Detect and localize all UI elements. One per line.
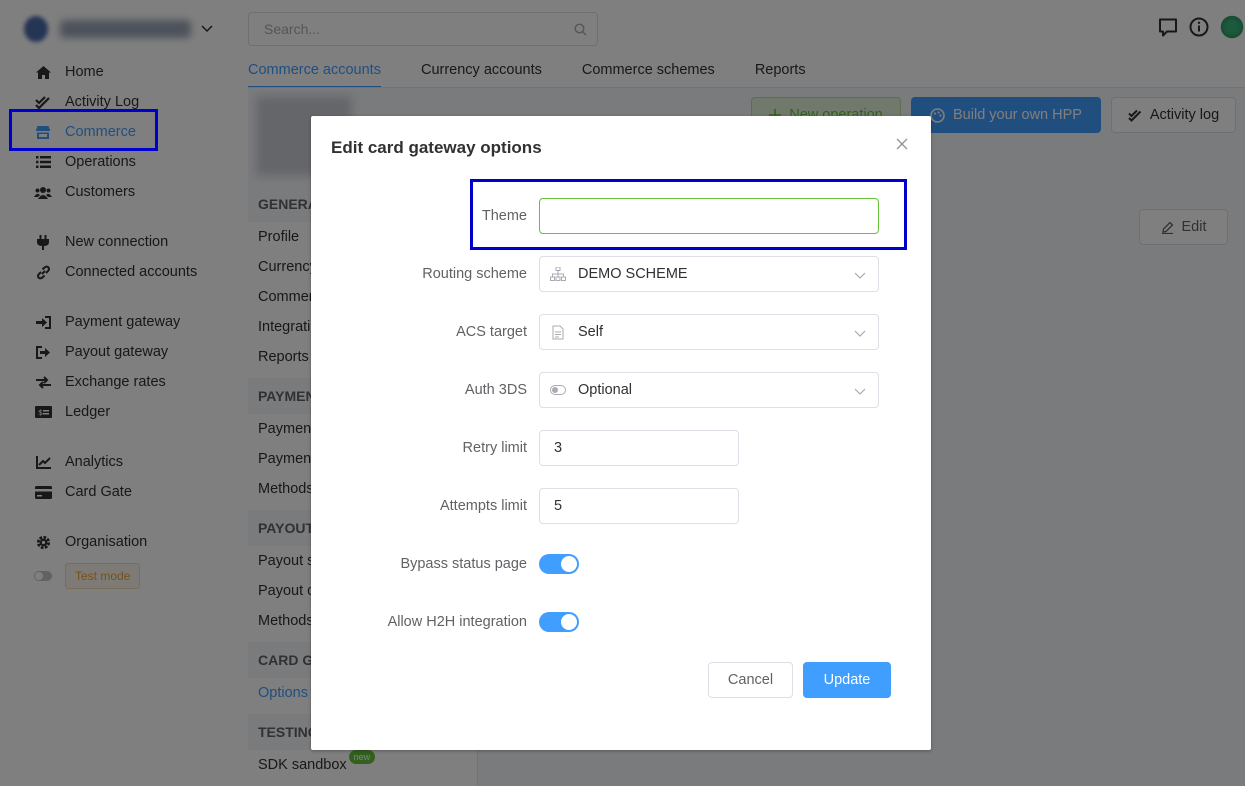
auth-3ds-label: Auth 3DS — [464, 382, 527, 398]
retry-limit-value: 3 — [554, 440, 563, 456]
attempts-limit-label: Attempts limit — [439, 498, 527, 514]
form-row-acs-target: ACS target Self — [311, 314, 931, 350]
form-row-retry-limit: Retry limit 3 — [311, 430, 931, 466]
file-icon — [550, 324, 566, 340]
allow-h2h-label: Allow H2H integration — [387, 614, 527, 630]
attempts-limit-value: 5 — [554, 498, 563, 514]
chevron-down-icon — [854, 327, 866, 339]
chevron-down-icon — [854, 385, 866, 397]
acs-target-label: ACS target — [456, 324, 527, 340]
edit-card-gateway-dialog: Edit card gateway options Theme Routing … — [311, 116, 931, 750]
form-row-theme: Theme — [311, 198, 931, 234]
form-row-attempts-limit: Attempts limit 5 — [311, 488, 931, 524]
bypass-status-page-switch[interactable] — [539, 554, 579, 574]
form-row-routing-scheme: Routing scheme DEMO SCHEME — [311, 256, 931, 292]
acs-target-select[interactable]: Self — [539, 314, 879, 350]
acs-target-value: Self — [578, 324, 603, 340]
attempts-limit-input[interactable]: 5 — [539, 488, 739, 524]
form-row-allow-h2h: Allow H2H integration — [311, 604, 931, 640]
update-button[interactable]: Update — [803, 662, 891, 698]
form-row-auth-3ds: Auth 3DS Optional — [311, 372, 931, 408]
routing-scheme-select[interactable]: DEMO SCHEME — [539, 256, 879, 292]
close-icon[interactable] — [895, 137, 909, 151]
cancel-button[interactable]: Cancel — [708, 662, 793, 698]
theme-label: Theme — [481, 208, 527, 224]
form-row-bypass-status-page: Bypass status page — [311, 546, 931, 582]
auth-3ds-value: Optional — [578, 382, 633, 398]
chevron-down-icon — [854, 269, 866, 281]
bypass-status-page-label: Bypass status page — [400, 556, 527, 572]
auth-3ds-select[interactable]: Optional — [539, 372, 879, 408]
routing-scheme-label: Routing scheme — [422, 266, 527, 282]
retry-limit-input[interactable]: 3 — [539, 430, 739, 466]
sitemap-icon — [550, 266, 566, 282]
routing-scheme-value: DEMO SCHEME — [578, 266, 688, 282]
dialog-title: Edit card gateway options — [331, 138, 542, 157]
allow-h2h-switch[interactable] — [539, 612, 579, 632]
theme-input[interactable] — [539, 198, 879, 234]
toggle-icon — [550, 382, 566, 398]
retry-limit-label: Retry limit — [462, 440, 527, 456]
